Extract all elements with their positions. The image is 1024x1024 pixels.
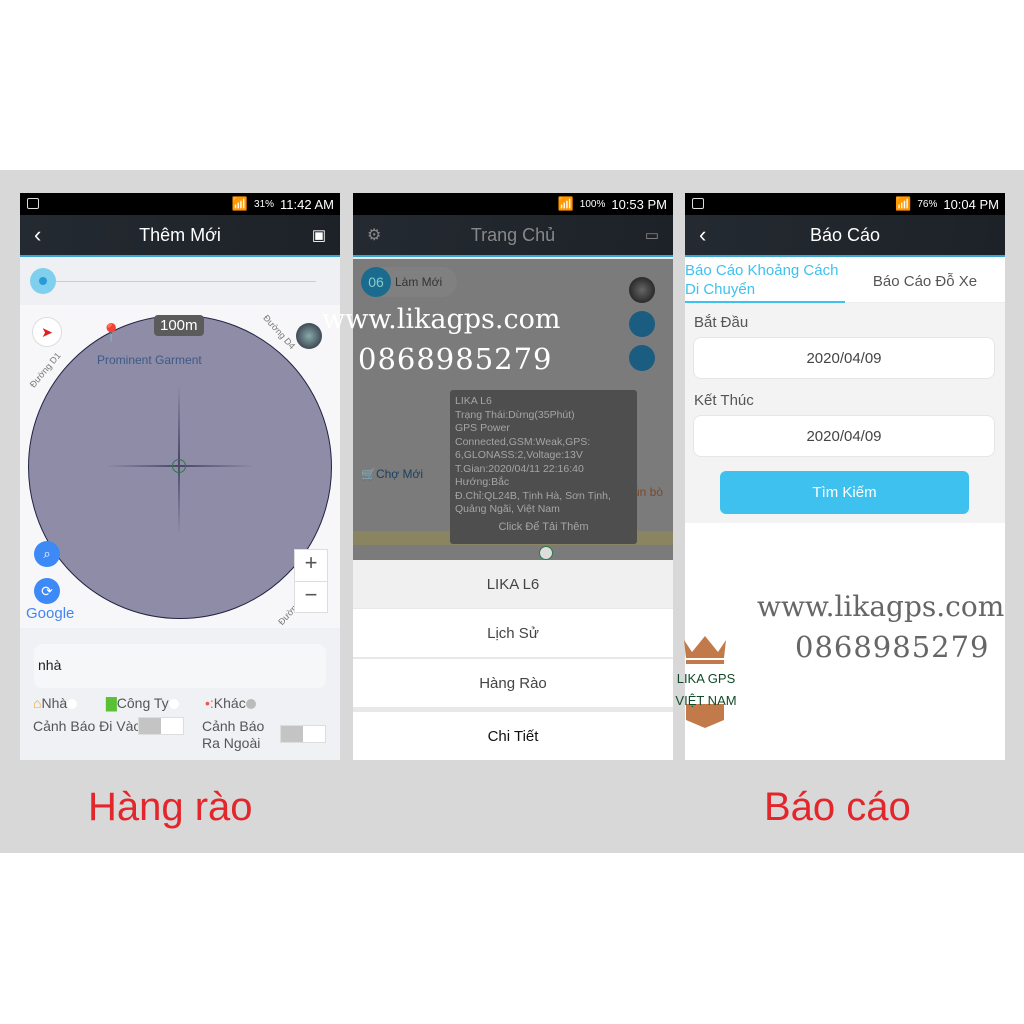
clock: 10:04 PM <box>943 196 999 212</box>
type-home-option[interactable]: ⌂Nhà <box>33 695 78 711</box>
google-logo: Google <box>26 605 75 622</box>
battery-level: 100% <box>579 198 606 210</box>
start-label: Bắt Đầu <box>694 314 749 331</box>
gallery-icon <box>27 198 39 209</box>
search-button[interactable]: Tìm Kiếm <box>720 471 969 514</box>
alert-enter-label: Cảnh Báo Đi Vào <box>33 718 142 734</box>
battery-level: 31% <box>254 198 275 210</box>
alert-exit-label: Cảnh Báo Ra Ngoài <box>202 718 265 751</box>
zoom-out-button[interactable]: − <box>295 582 327 612</box>
save-icon[interactable]: ▣ <box>312 226 326 244</box>
caption-report: Báo cáo <box>764 785 911 829</box>
refresh-label: Làm Mới <box>395 275 443 289</box>
zoom-controls: + − <box>294 549 328 613</box>
back-icon[interactable]: ‹ <box>34 222 41 248</box>
watermark-phone: 0868985279 <box>358 342 553 376</box>
phone-home: 📶 100% 10:53 PM ⚙ Trang Chủ ▭ 06 Làm Mới… <box>353 193 673 760</box>
type-label: Nhà <box>41 695 68 711</box>
list-icon[interactable] <box>629 345 655 371</box>
alert-exit-toggle[interactable] <box>280 725 326 743</box>
watermark-phone: 0868985279 <box>795 630 990 664</box>
watermark-url: www.likagps.com <box>322 304 561 335</box>
type-label: Khác <box>213 695 246 711</box>
alert-enter-toggle[interactable] <box>138 717 184 735</box>
person-icon[interactable] <box>629 311 655 337</box>
end-date-input[interactable]: 2020/04/09 <box>693 415 995 457</box>
vehicle-marker[interactable] <box>539 546 553 560</box>
message-icon[interactable]: ▭ <box>645 226 659 244</box>
end-label: Kết Thúc <box>694 392 754 409</box>
back-icon[interactable]: ‹ <box>699 222 706 248</box>
menu-device-name[interactable]: LIKA L6 <box>353 560 673 608</box>
radius-slider[interactable] <box>20 259 340 305</box>
zoom-in-button[interactable]: + <box>295 550 327 582</box>
device-info-popup[interactable]: LIKA L6 Trạng Thái:Dừng(35Phút) GPS Power C… <box>450 390 637 544</box>
wifi-icon: 📶 <box>895 196 912 211</box>
page-title: Trang Chủ <box>470 224 556 245</box>
slider-handle[interactable] <box>30 268 56 294</box>
radius-label: 100m <box>154 315 204 336</box>
load-more-link[interactable]: Click Để Tải Thêm <box>455 521 632 535</box>
compass-icon[interactable]: ➤ <box>32 317 62 347</box>
tab-parking-report[interactable]: Báo Cáo Đỗ Xe <box>845 261 1005 303</box>
search-icon[interactable]: ⌕ <box>34 541 60 567</box>
page-title: Báo Cáo <box>809 224 881 245</box>
satellite-toggle[interactable] <box>296 323 322 349</box>
phone-add-fence: 📶 31% 11:42 AM ‹ Thêm Mới ▣ 100m 📍 Promi… <box>20 193 340 760</box>
center-marker <box>172 459 186 473</box>
app-bar: ‹ Báo Cáo <box>685 215 1005 257</box>
type-label: Công Ty <box>116 695 169 711</box>
fence-name-input[interactable]: nhà <box>34 644 326 688</box>
status-bar: 📶 100% 10:53 PM <box>353 193 673 215</box>
lika-logo: LIKA GPS VIỆT NAM <box>668 632 744 730</box>
menu-history[interactable]: Lịch Sử <box>353 609 673 657</box>
market-place: 🛒Chợ Mới <box>361 467 424 481</box>
status-bar: 📶 31% 11:42 AM <box>20 193 340 215</box>
menu-details[interactable]: Chi Tiết <box>353 712 673 760</box>
clock: 11:42 AM <box>280 196 334 212</box>
type-company-option[interactable]: ▇Công Ty <box>106 695 179 712</box>
page-title: Thêm Mới <box>139 224 221 245</box>
pin-icon: 📍 <box>100 323 123 343</box>
refresh-icon[interactable]: ⟳ <box>34 578 60 604</box>
gallery-icon <box>692 198 704 209</box>
start-date-input[interactable]: 2020/04/09 <box>693 337 995 379</box>
battery-level: 76% <box>917 198 938 210</box>
clock: 10:53 PM <box>611 196 667 212</box>
tab-distance-report[interactable]: Báo Cáo Khoảng Cách Di Chuyển <box>685 261 845 303</box>
app-bar: ‹ Thêm Mới ▣ <box>20 215 340 257</box>
menu-fence[interactable]: Hàng Rào <box>353 659 673 707</box>
wifi-icon: 📶 <box>557 196 574 211</box>
type-other-option[interactable]: •:Khác <box>205 695 256 711</box>
app-bar: ⚙ Trang Chủ ▭ <box>353 215 673 257</box>
caption-fence: Hàng rào <box>88 785 253 829</box>
satellite-toggle[interactable] <box>629 277 655 303</box>
settings-icon[interactable]: ⚙ <box>367 225 381 245</box>
watermark-url: www.likagps.com <box>757 590 1005 623</box>
place-label: Prominent Garment <box>97 353 202 367</box>
refresh-button[interactable]: 06 Làm Mới <box>361 267 457 297</box>
map[interactable]: 100m 📍 Prominent Garment Đường D1 Đường … <box>20 305 340 628</box>
refresh-count: 06 <box>361 267 391 297</box>
wifi-icon: 📶 <box>231 196 249 211</box>
status-bar: 📶 76% 10:04 PM <box>685 193 1005 215</box>
